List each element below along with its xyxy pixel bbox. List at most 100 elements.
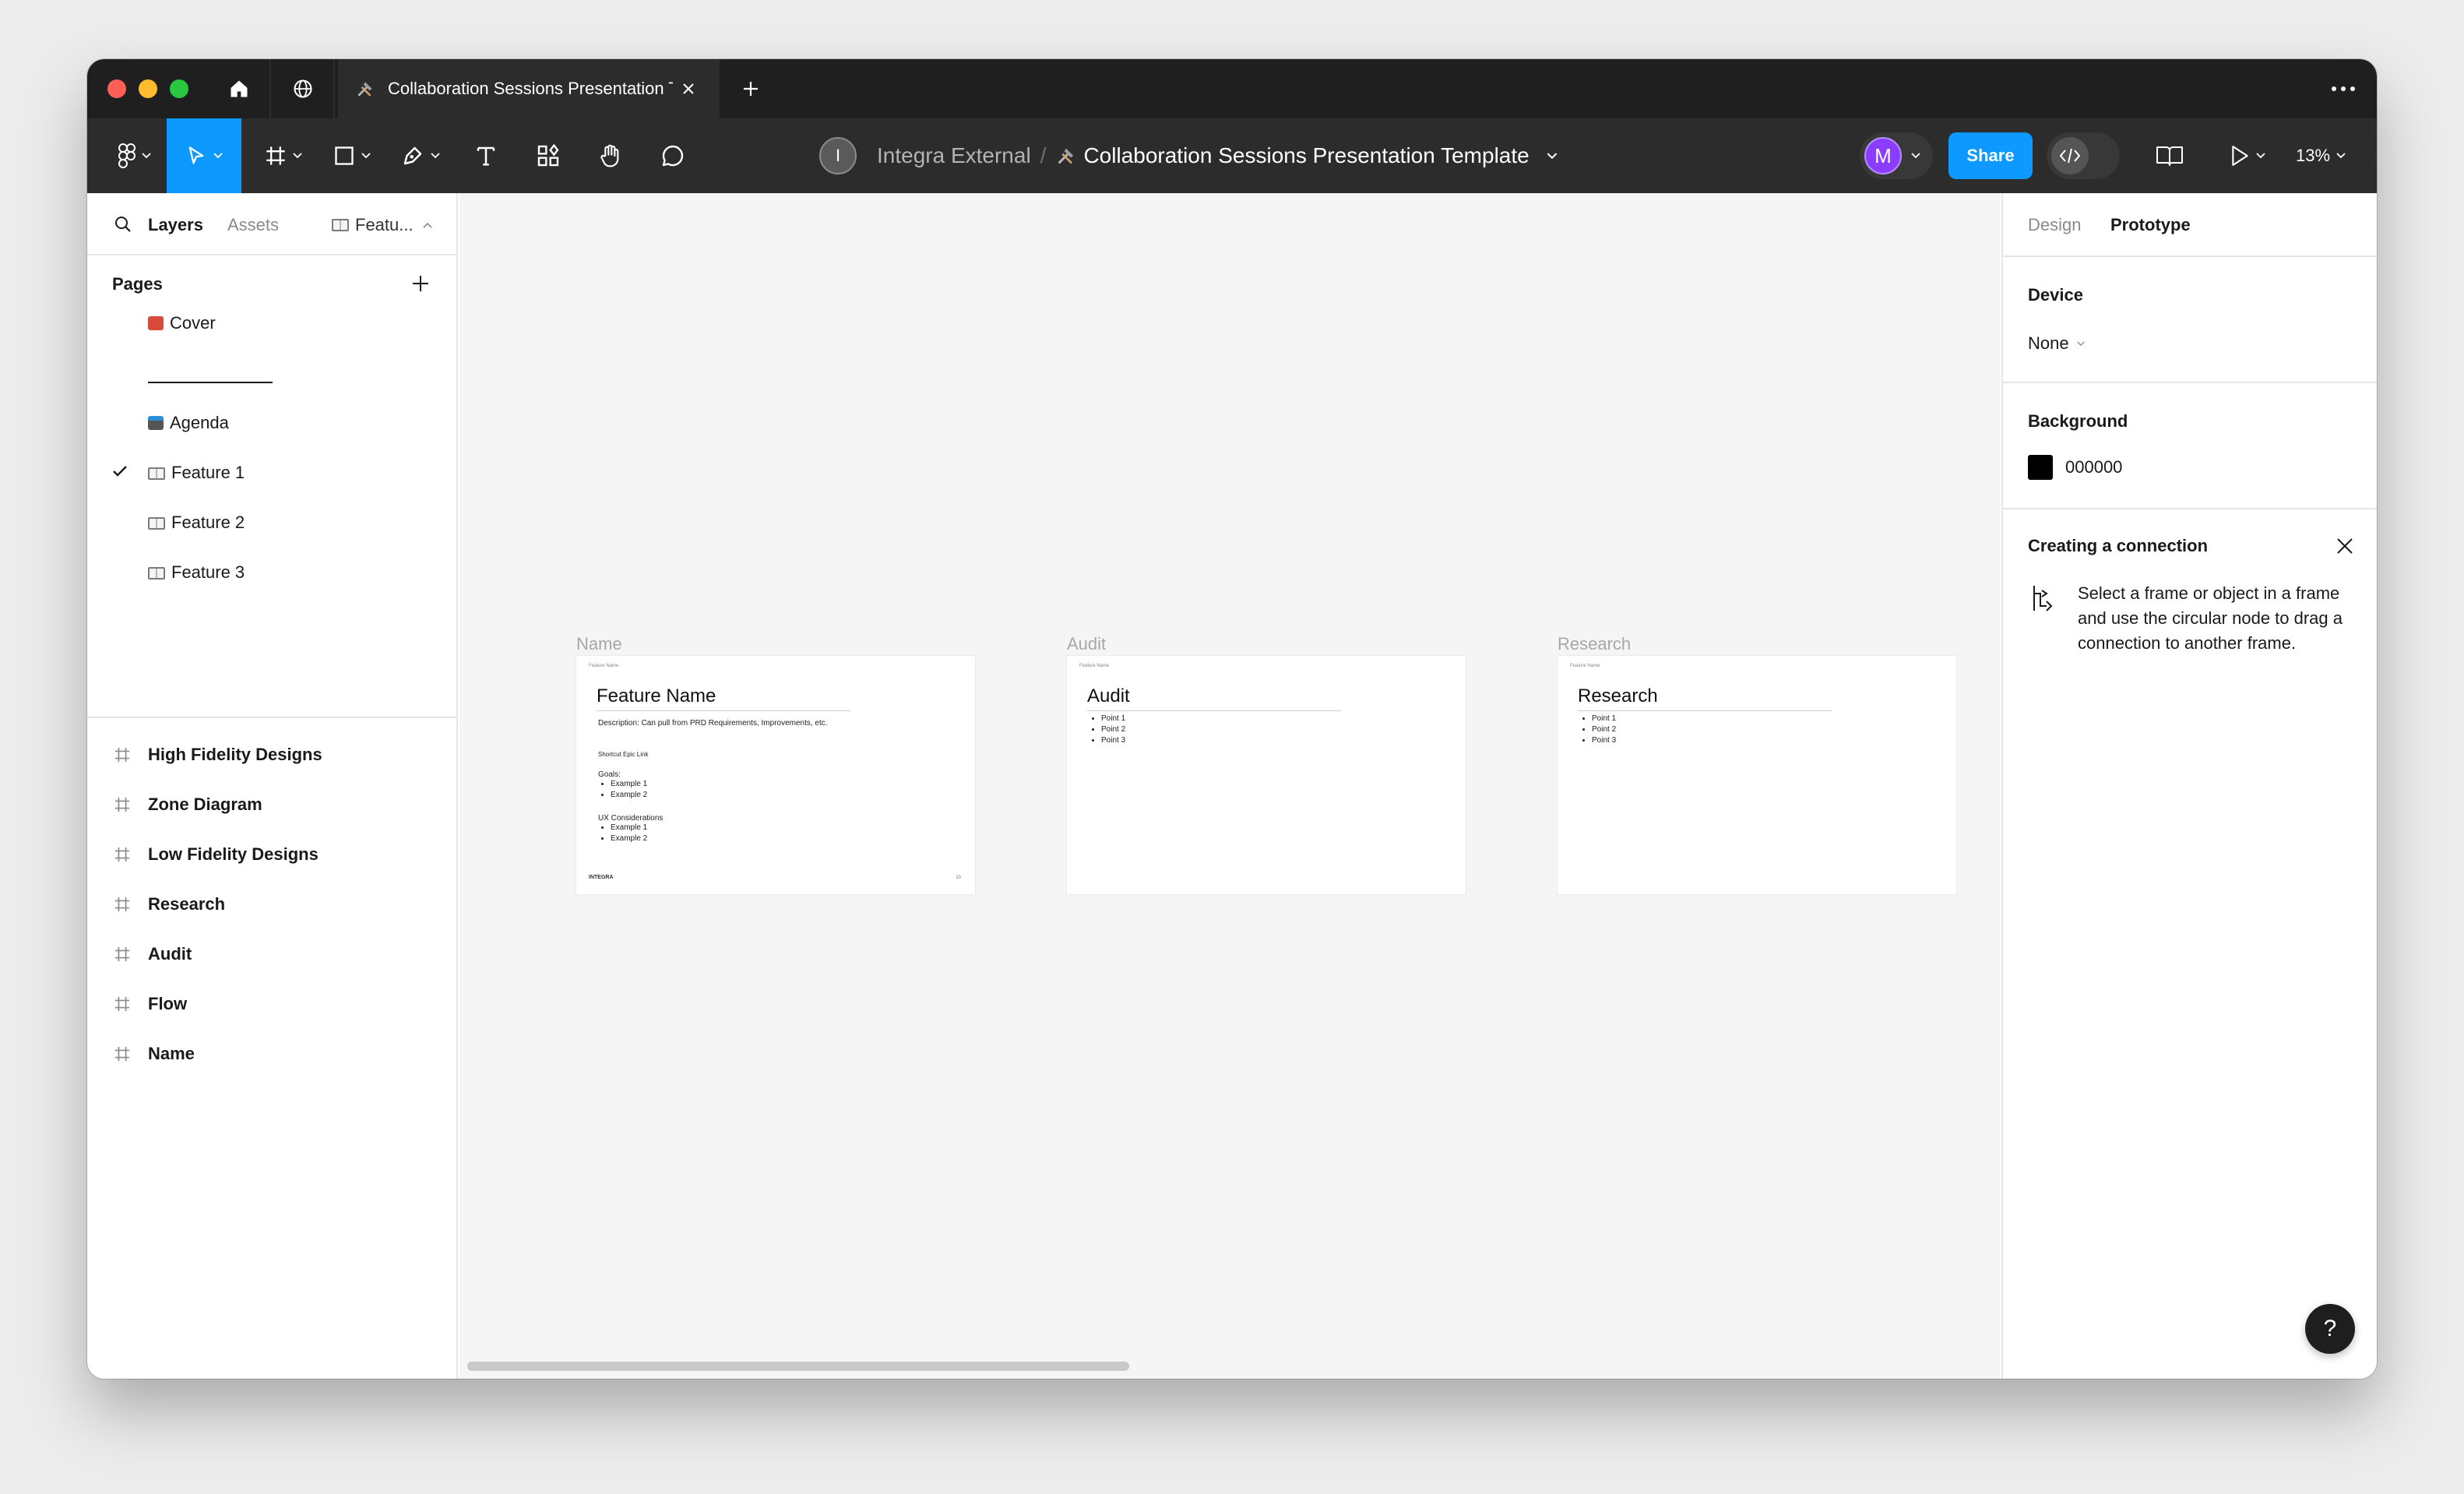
layer-label: Flow xyxy=(148,994,188,1013)
list-item: Point 3 xyxy=(1592,735,1616,746)
design-canvas[interactable]: Name Feature Name Feature Name Descripti… xyxy=(459,193,2000,1379)
move-tool-button[interactable] xyxy=(167,118,241,193)
frame-icon xyxy=(114,1046,130,1062)
layer-low-fidelity-designs[interactable]: Low Fidelity Designs xyxy=(87,830,458,877)
layer-audit[interactable]: Audit xyxy=(87,930,458,977)
tab-bar: Collaboration Sessions Presentation Temp… xyxy=(87,59,2377,118)
search-icon[interactable] xyxy=(114,215,132,234)
chevron-down-icon[interactable] xyxy=(1547,152,1558,160)
background-hex[interactable]: 000000 xyxy=(2065,457,2122,477)
layer-label: Low Fidelity Designs xyxy=(148,844,319,864)
close-icon[interactable] xyxy=(681,81,696,97)
slide-title: Audit xyxy=(1087,685,1130,706)
text-tool-button[interactable] xyxy=(458,118,514,193)
maximize-window-button[interactable] xyxy=(170,79,188,98)
device-section: Device None xyxy=(2003,257,2377,383)
pages-layers-separator[interactable] xyxy=(87,717,458,718)
comment-tool-button[interactable] xyxy=(645,118,701,193)
layer-flow[interactable]: Flow xyxy=(87,980,458,1027)
home-button[interactable] xyxy=(209,59,271,118)
shape-tool-button[interactable] xyxy=(321,118,383,193)
page-item-feature-2[interactable]: Feature 2 xyxy=(87,499,458,545)
play-icon xyxy=(2232,146,2248,166)
main-menu-button[interactable] xyxy=(103,118,167,193)
page-divider[interactable] xyxy=(148,382,273,383)
dev-mode-toggle[interactable] xyxy=(2047,132,2120,179)
right-panel-tabs: Design Prototype xyxy=(2003,193,2377,257)
frame-name[interactable]: Feature Name Feature Name Description: C… xyxy=(576,656,975,894)
current-page-select[interactable]: Featu... xyxy=(332,215,432,235)
frame-label[interactable]: Research xyxy=(1558,634,1631,654)
resources-button[interactable] xyxy=(520,118,576,193)
background-color-field[interactable]: 000000 xyxy=(2028,455,2122,480)
team-name[interactable]: Integra External xyxy=(877,143,1031,168)
user-avatar[interactable]: M xyxy=(1864,137,1902,174)
list-item: Example 2 xyxy=(611,833,647,844)
device-select[interactable]: None xyxy=(2028,333,2085,354)
team-avatar[interactable]: I xyxy=(819,137,857,174)
tools-emoji-icon xyxy=(357,82,372,97)
figma-logo-icon xyxy=(118,143,136,168)
minimize-window-button[interactable] xyxy=(139,79,157,98)
tab-file[interactable]: Collaboration Sessions Presentation Temp… xyxy=(338,59,720,118)
frame-label[interactable]: Audit xyxy=(1067,634,1106,654)
tab-prototype[interactable]: Prototype xyxy=(2110,215,2191,235)
page-item-feature-1[interactable]: Feature 1 xyxy=(87,449,458,495)
hand-tool-button[interactable] xyxy=(583,118,639,193)
layer-zone-diagram[interactable]: Zone Diagram xyxy=(87,780,458,827)
frame-research[interactable]: Feature Name Research Point 1 Point 2 Po… xyxy=(1558,656,1956,894)
code-icon xyxy=(2059,148,2081,164)
frame-tool-button[interactable] xyxy=(252,118,315,193)
cursor-icon xyxy=(188,146,204,164)
horizontal-scrollbar[interactable] xyxy=(467,1362,1129,1371)
new-tab-plus-icon[interactable] xyxy=(738,76,763,101)
page-item-cover[interactable]: Cover xyxy=(87,299,458,346)
zoom-level: 13% xyxy=(2296,146,2331,165)
slide-goals-list: Example 1 Example 2 xyxy=(600,779,647,801)
layer-high-fidelity-designs[interactable]: High Fidelity Designs xyxy=(87,731,458,777)
frame-icon xyxy=(114,747,130,763)
tab-layers[interactable]: Layers xyxy=(148,215,203,235)
layer-label: Research xyxy=(148,894,226,914)
help-button[interactable]: ? xyxy=(2305,1304,2355,1354)
left-panel-tabs: Layers Assets Featu... xyxy=(87,193,458,255)
frame-audit[interactable]: Feature Name Audit Point 1 Point 2 Point… xyxy=(1067,656,1466,894)
dev-mode-knob xyxy=(2051,137,2089,174)
chevron-down-icon xyxy=(2076,341,2085,346)
breadcrumb: I Integra External / Collaboration Sessi… xyxy=(819,118,1558,193)
chevron-down-icon xyxy=(213,153,223,159)
breadcrumb-separator: / xyxy=(1040,143,1047,167)
multiplayer-avatars[interactable]: M xyxy=(1860,132,1933,179)
more-options-icon[interactable] xyxy=(2330,79,2357,98)
layer-name[interactable]: Name xyxy=(87,1030,458,1076)
comment-icon xyxy=(662,145,684,167)
slide-title-rule xyxy=(1578,710,1832,711)
list-item: Example 2 xyxy=(611,790,647,801)
library-button[interactable] xyxy=(2142,118,2198,193)
close-window-button[interactable] xyxy=(107,79,126,98)
add-page-plus-icon[interactable] xyxy=(410,273,431,294)
chevron-down-icon xyxy=(361,153,371,159)
present-button[interactable] xyxy=(2216,118,2279,193)
close-icon[interactable] xyxy=(2335,536,2355,556)
file-name[interactable]: Collaboration Sessions Presentation Temp… xyxy=(1083,143,1529,168)
hand-icon xyxy=(600,144,619,167)
list-item: Point 1 xyxy=(1101,714,1125,724)
frame-label[interactable]: Name xyxy=(576,634,622,654)
share-button[interactable]: Share xyxy=(1948,132,2033,179)
page-item-feature-3[interactable]: Feature 3 xyxy=(87,548,458,595)
tab-assets[interactable]: Assets xyxy=(227,215,279,235)
community-button[interactable] xyxy=(273,59,335,118)
list-item: Example 1 xyxy=(611,779,647,790)
layer-label: Audit xyxy=(148,944,192,964)
layer-label: Zone Diagram xyxy=(148,795,262,814)
page-label: Feature 3 xyxy=(171,562,245,582)
slide-header-text: Feature Name xyxy=(1079,664,1110,668)
chevron-down-icon xyxy=(431,153,440,159)
background-swatch[interactable] xyxy=(2028,455,2053,480)
zoom-menu[interactable]: 13% xyxy=(2296,118,2346,193)
layer-research[interactable]: Research xyxy=(87,880,458,927)
tab-design[interactable]: Design xyxy=(2028,215,2081,235)
pen-tool-button[interactable] xyxy=(389,118,452,193)
page-item-agenda[interactable]: Agenda xyxy=(87,399,458,446)
